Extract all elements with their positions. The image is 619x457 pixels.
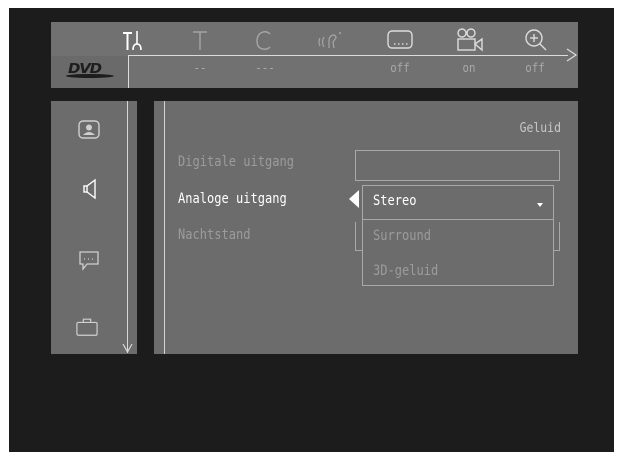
title-value: -- (193, 61, 207, 75)
camera-angle-value: on (462, 61, 476, 75)
digital-output-value-box[interactable] (355, 150, 560, 181)
dvd-logo: DVD (65, 62, 119, 78)
dvd-logo-swoosh (65, 74, 114, 78)
subtitles-icon[interactable] (386, 28, 414, 52)
dropdown-item-surround[interactable]: Surround (373, 226, 431, 246)
title-icon[interactable] (187, 28, 215, 52)
zoom-value: off (525, 61, 545, 75)
settings-tools-icon[interactable] (119, 28, 147, 52)
dropdown-item-3d-sound[interactable]: 3D-geluid (373, 261, 438, 281)
selection-pointer-icon (349, 190, 359, 208)
dropdown-item-stereo[interactable]: Stereo (373, 191, 416, 211)
audio-language-icon[interactable] (316, 28, 344, 52)
analog-output-dropdown[interactable]: Stereo Surround 3D-geluid (362, 185, 554, 286)
personal-preferences-icon[interactable] (78, 119, 100, 141)
menu-bar-arrow-icon (566, 48, 578, 62)
menu-bar-divider (128, 55, 568, 56)
sidebar-scrollbar[interactable] (127, 101, 128, 353)
speech-bubble-icon[interactable] (78, 249, 100, 271)
scroll-down-arrow-icon[interactable] (122, 343, 133, 353)
option-digital-output[interactable]: Digitale uitgang (178, 152, 294, 172)
chapter-value: --- (255, 61, 275, 75)
panel-divider (164, 101, 165, 354)
chapter-icon[interactable] (251, 28, 279, 52)
zoom-icon[interactable] (523, 28, 551, 52)
option-analog-output[interactable]: Analoge uitgang (178, 189, 287, 209)
speaker-audio-icon[interactable] (80, 178, 102, 200)
camera-angle-icon[interactable] (455, 28, 483, 52)
panel-title: Geluid (519, 121, 561, 136)
dropdown-separator (363, 219, 553, 220)
dropdown-caret-icon[interactable] (537, 203, 543, 207)
briefcase-icon[interactable] (76, 316, 98, 338)
menu-bar-divider-vertical (128, 55, 129, 88)
option-night-mode[interactable]: Nachtstand (178, 225, 250, 245)
subtitles-value: off (390, 61, 410, 75)
